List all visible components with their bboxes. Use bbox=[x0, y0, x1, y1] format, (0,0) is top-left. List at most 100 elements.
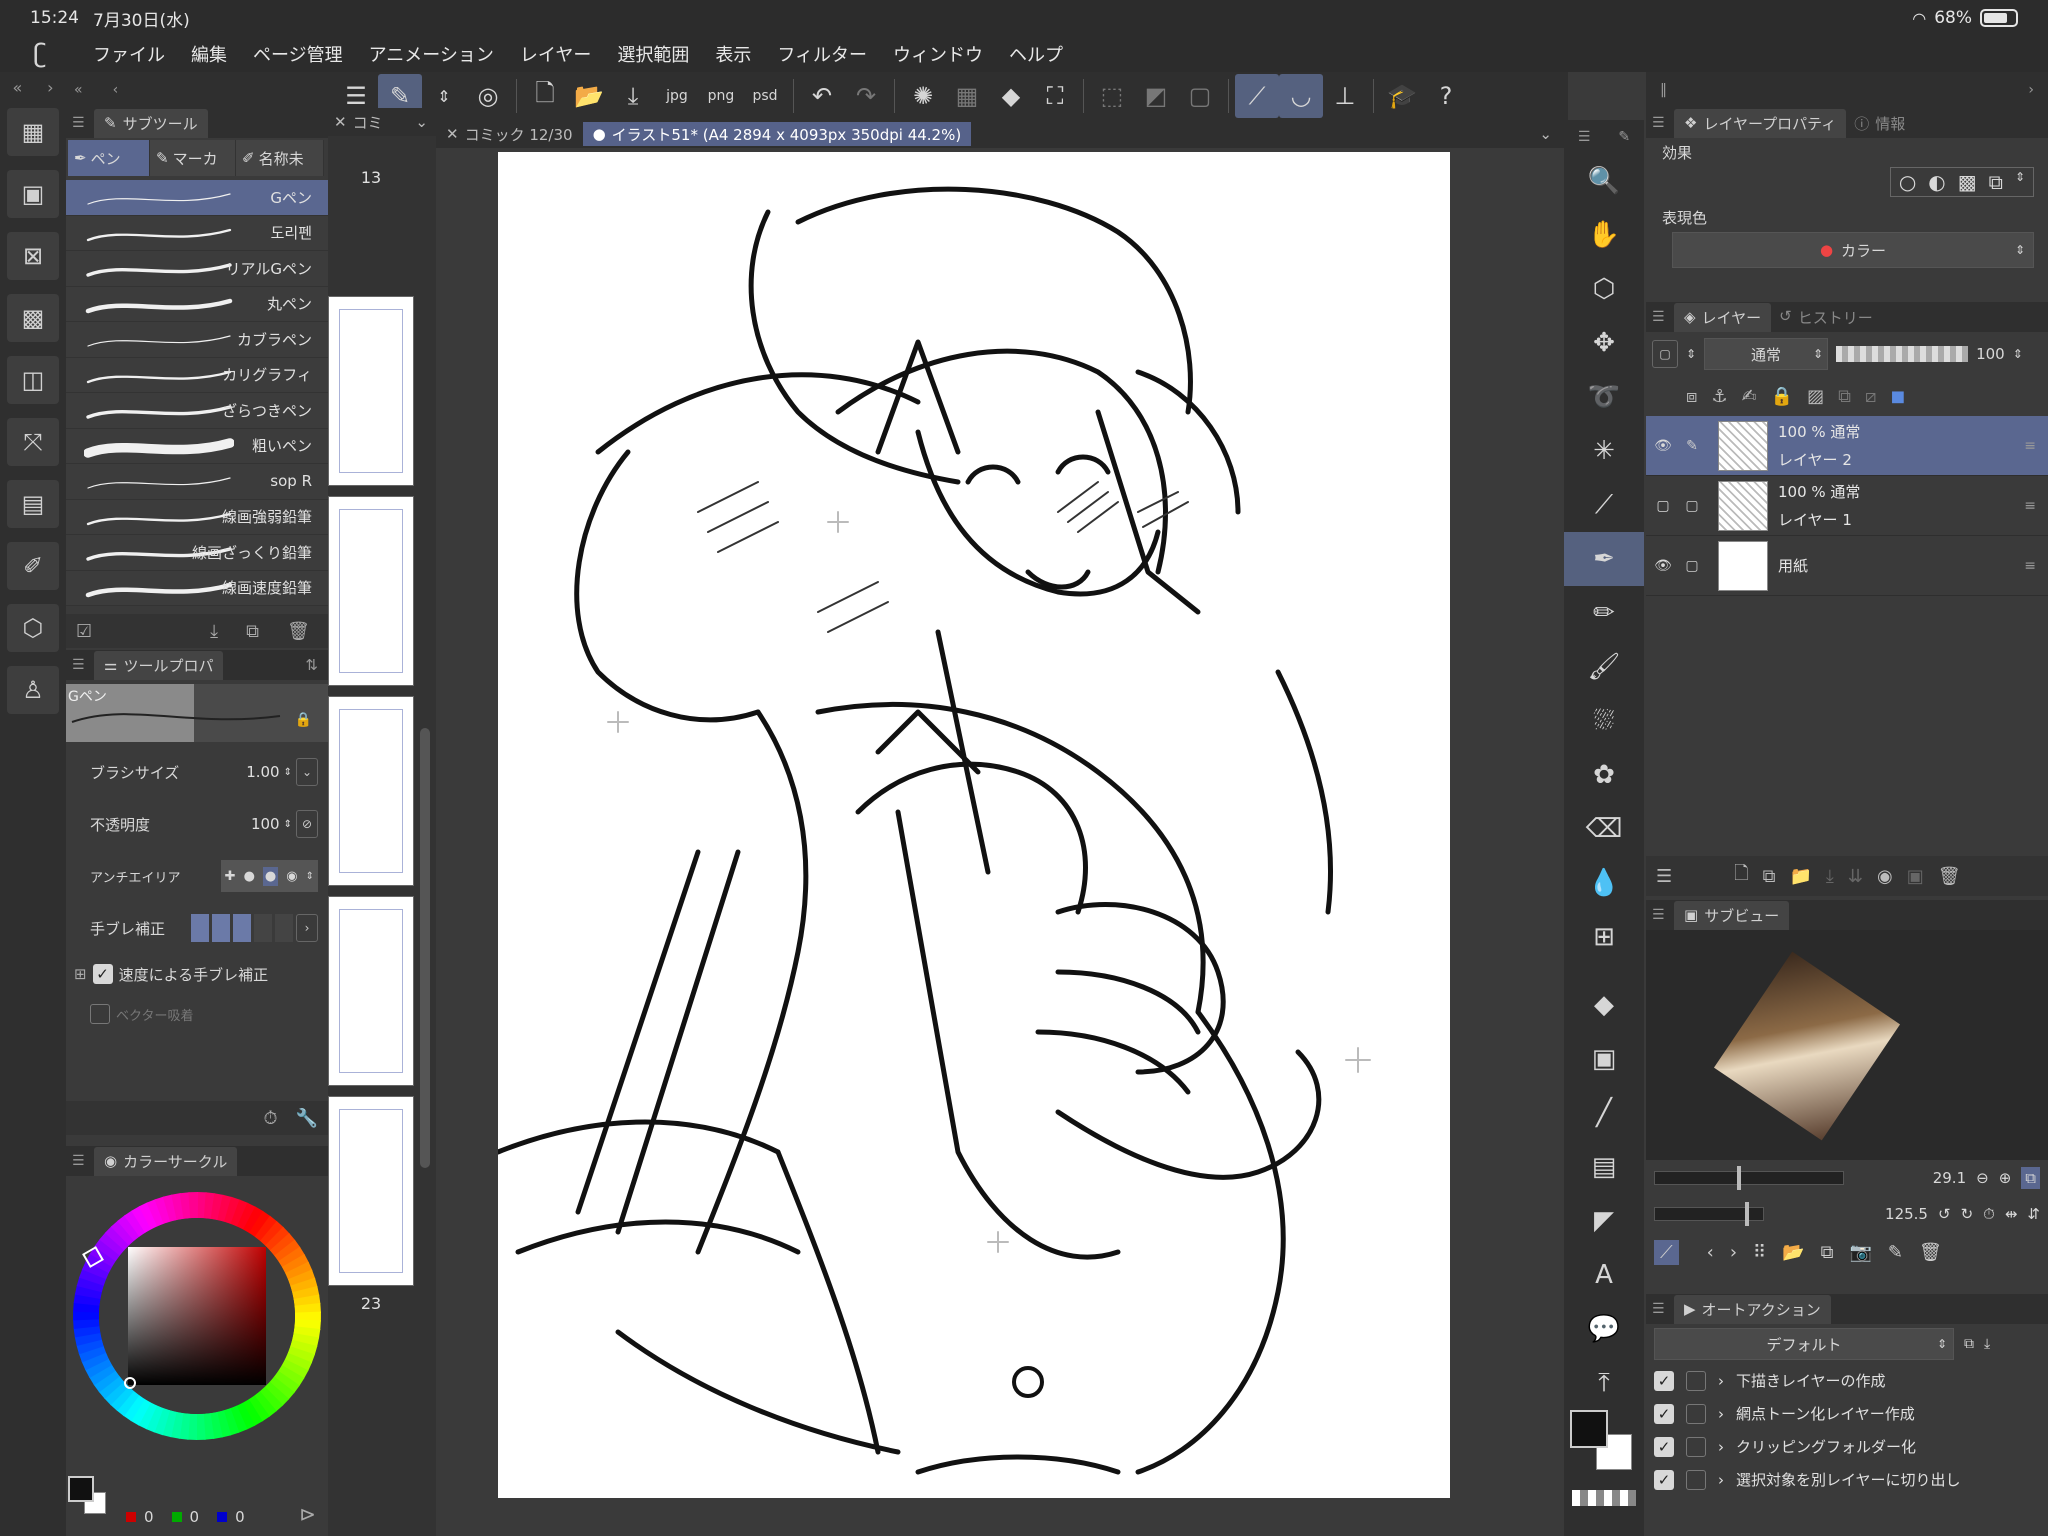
lasso-tool-icon[interactable]: ➰ bbox=[1564, 370, 1644, 424]
tab-color-circle[interactable]: ◉ カラーサークル bbox=[94, 1146, 238, 1176]
add-image-icon[interactable]: ⧉ bbox=[1821, 1242, 1834, 1263]
action-enabled-checkbox[interactable]: ✓ bbox=[1654, 1403, 1674, 1424]
page-thumbnail[interactable] bbox=[328, 296, 414, 486]
new-vector-layer-icon[interactable]: ⧉ bbox=[1763, 866, 1776, 887]
clip-icon[interactable]: ⧈ bbox=[1686, 386, 1697, 407]
merge-down-icon[interactable]: ⇊ bbox=[1848, 866, 1863, 887]
transparent-color-swatch[interactable] bbox=[1572, 1490, 1636, 1506]
border-effect-icon[interactable]: ○ bbox=[1899, 170, 1916, 194]
menu-filter[interactable]: フィルター bbox=[764, 41, 880, 67]
pen-tool-icon[interactable]: ✒ bbox=[1564, 532, 1644, 586]
menu-help[interactable]: ヘルプ bbox=[996, 41, 1076, 67]
delete-layer-icon[interactable]: 🗑 bbox=[1938, 866, 1961, 887]
ruler-enable-icon[interactable]: ⧄ bbox=[1865, 386, 1876, 407]
page-thumbnail[interactable] bbox=[328, 696, 414, 886]
halftone-effect-icon[interactable]: ▩ bbox=[1958, 170, 1977, 194]
loading-icon[interactable]: ✺ bbox=[901, 74, 945, 118]
brush-item[interactable]: 線画ざっくり鉛筆 bbox=[66, 535, 328, 571]
brush-item[interactable]: リアルGペン bbox=[66, 251, 328, 287]
pose-panel-icon[interactable]: ♙ bbox=[7, 666, 59, 714]
layer-menu-icon[interactable]: ≡ bbox=[2024, 558, 2048, 574]
action-dialog-checkbox[interactable] bbox=[1686, 1469, 1706, 1490]
brush-size-value[interactable]: 1.00 bbox=[246, 763, 279, 781]
help-icon[interactable]: ? bbox=[1424, 74, 1468, 118]
selection-icon[interactable]: ▦ bbox=[945, 74, 989, 118]
layer-color-icon[interactable]: ◼ bbox=[1890, 386, 1905, 407]
eye-icon[interactable]: 👁 bbox=[1650, 558, 1676, 574]
color-wheel[interactable] bbox=[66, 1176, 328, 1476]
action-dialog-checkbox[interactable] bbox=[1686, 1370, 1706, 1391]
panel-menu-icon[interactable]: ☰ bbox=[1652, 309, 1666, 325]
material-panel-icon[interactable]: ▣ bbox=[7, 170, 59, 218]
draft-icon[interactable]: ✍ bbox=[1742, 386, 1757, 407]
undo-icon[interactable]: ↶ bbox=[800, 74, 844, 118]
opacity-value[interactable]: 100 bbox=[251, 815, 280, 833]
layer-opacity-slider[interactable] bbox=[1836, 346, 1969, 362]
aa-medium-icon[interactable]: ● bbox=[262, 866, 279, 886]
transform-icon[interactable]: ⛶ bbox=[1033, 74, 1077, 118]
layer-row[interactable]: ▢ ▢ 100 % 通常 レイヤー 1 ≡ bbox=[1646, 476, 2048, 536]
rotate-left-icon[interactable]: ↺ bbox=[1938, 1205, 1951, 1223]
brush-item[interactable]: カブラペン bbox=[66, 322, 328, 358]
stabilization-more-icon[interactable]: › bbox=[296, 914, 318, 942]
grid-panel-icon[interactable]: ▦ bbox=[7, 108, 59, 156]
collapse-icon[interactable]: « bbox=[74, 82, 83, 98]
brush-tool-icon[interactable]: 🖌 bbox=[1564, 640, 1644, 694]
opacity-link-icon[interactable]: ⊘ bbox=[296, 810, 318, 838]
auto-action-item[interactable]: ✓ › クリッピングフォルダー化 bbox=[1646, 1430, 2048, 1463]
tone-effect-icon[interactable]: ◐ bbox=[1928, 170, 1945, 194]
chevron-right-icon[interactable]: › bbox=[1718, 1372, 1724, 1390]
action-set-select[interactable]: デフォルト ⇕ bbox=[1654, 1328, 1954, 1360]
panel-menu-icon[interactable]: ☰ bbox=[1652, 1301, 1666, 1317]
menu-layer[interactable]: レイヤー bbox=[507, 41, 604, 67]
page-thumbnail[interactable] bbox=[328, 896, 414, 1086]
decoration-tool-icon[interactable]: ✿ bbox=[1564, 748, 1644, 802]
page-strip-scrollbar[interactable] bbox=[420, 728, 430, 1168]
pencil-tool-icon[interactable]: ✏ bbox=[1564, 586, 1644, 640]
new-raster-layer-icon[interactable]: 🗋 bbox=[1734, 861, 1748, 891]
lock-transparency-icon[interactable]: ▨ bbox=[1807, 386, 1824, 407]
vector-snap-checkbox[interactable] bbox=[90, 1004, 110, 1024]
eraser-tool-icon[interactable]: ⌫ bbox=[1564, 802, 1644, 856]
action-enabled-checkbox[interactable]: ✓ bbox=[1654, 1469, 1674, 1490]
operation-tool-icon[interactable]: ⬡ bbox=[1564, 262, 1644, 316]
lock-layer-icon[interactable]: 🔒 bbox=[1771, 386, 1793, 407]
clear-icon[interactable]: ▢ bbox=[1178, 74, 1222, 118]
fit-icon[interactable]: ⧉ bbox=[2021, 1167, 2040, 1189]
wrench-icon[interactable]: 🔧 bbox=[296, 1108, 318, 1129]
layer-settings-icon[interactable]: ☰ bbox=[1656, 866, 1672, 887]
brush-item[interactable]: 粗いペン bbox=[66, 428, 328, 464]
eye-icon[interactable]: 👁 bbox=[1650, 438, 1676, 454]
eye-off-icon[interactable]: ▢ bbox=[1650, 498, 1676, 514]
snap-special-ruler-icon[interactable]: ◡ bbox=[1279, 74, 1323, 118]
quick-access-icon[interactable]: ◎ bbox=[466, 74, 510, 118]
menu-selection[interactable]: 選択範囲 bbox=[604, 41, 702, 67]
settings-toggle-icon[interactable]: ⇅ bbox=[305, 656, 328, 674]
tab-layer[interactable]: ◈ レイヤー bbox=[1674, 302, 1772, 332]
figure-tool-icon[interactable]: ╱ bbox=[1564, 1086, 1644, 1140]
drawing-paper[interactable] bbox=[495, 152, 1450, 1498]
layer-menu-icon[interactable]: ≡ bbox=[2024, 498, 2048, 514]
tab-comic[interactable]: ✕ コミック 12/30 bbox=[436, 122, 583, 146]
chevron-right-icon[interactable]: › bbox=[1718, 1405, 1724, 1423]
text-tool-icon[interactable]: A bbox=[1564, 1248, 1644, 1302]
group-pen[interactable]: ✒ ペン bbox=[68, 140, 150, 176]
open-folder-icon[interactable]: 📂 bbox=[567, 74, 611, 118]
3d-panel-icon[interactable]: ⬡ bbox=[7, 604, 59, 652]
layer-checkbox-icon[interactable]: ▢ bbox=[1680, 498, 1704, 514]
menu-page[interactable]: ページ管理 bbox=[240, 41, 356, 67]
mesh-tool-icon[interactable]: ⊞ bbox=[1564, 910, 1644, 964]
next-image-icon[interactable]: › bbox=[1730, 1242, 1737, 1263]
menu-animation[interactable]: アニメーション bbox=[356, 41, 507, 67]
brush-item[interactable]: ざらつきペン bbox=[66, 393, 328, 429]
flip-horizontal-icon[interactable]: ⇹ bbox=[2005, 1205, 2018, 1223]
expression-color-select[interactable]: ● カラー ⇕ bbox=[1672, 232, 2034, 268]
brush-item[interactable]: 線画速度鉛筆 bbox=[66, 570, 328, 606]
new-file-icon[interactable]: 🗋 bbox=[523, 74, 567, 118]
brush-item[interactable]: カリグラフィ bbox=[66, 357, 328, 393]
action-set-menu-icon[interactable]: ⧉ bbox=[1964, 1336, 1974, 1352]
aa-strong-icon[interactable]: ◉ bbox=[286, 869, 297, 884]
brush-item[interactable]: Gペン bbox=[66, 180, 328, 216]
expand-plus-icon[interactable]: ⊞ bbox=[74, 965, 87, 983]
speed-stab-checkbox[interactable]: ✓ bbox=[92, 964, 113, 984]
